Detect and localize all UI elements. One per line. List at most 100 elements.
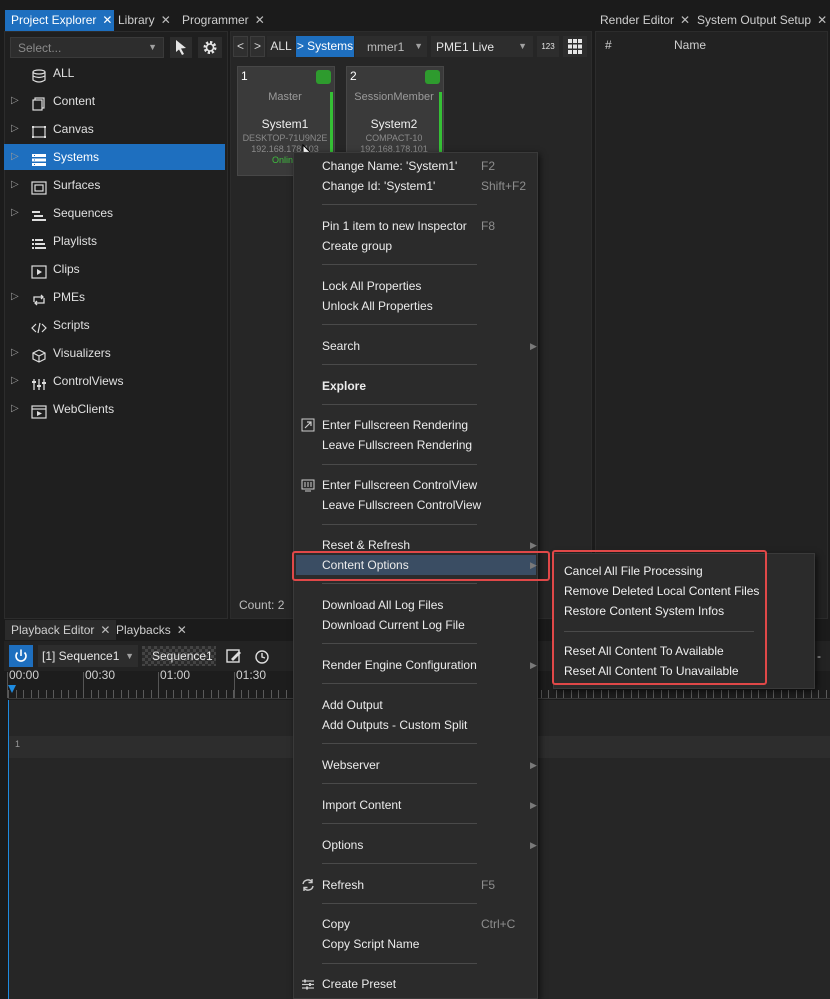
timer-icon	[255, 650, 269, 664]
menu-item-download-all-log-files[interactable]: Download All Log Files	[294, 595, 537, 615]
right-toolbar-button[interactable]: -	[817, 645, 829, 667]
menu-item-enter-fullscreen-rendering[interactable]: Enter Fullscreen Rendering	[294, 415, 537, 435]
sequence-select[interactable]: [1] Sequence1 ▼	[38, 645, 138, 667]
menu-item-import-content[interactable]: Import Content ▶	[294, 795, 537, 815]
timeline-tick-label: 01:00	[160, 668, 191, 682]
numeric-toggle-button[interactable]: 123	[537, 36, 559, 57]
close-icon[interactable]: ✕	[102, 13, 112, 27]
expand-arrow-icon[interactable]: ▷	[11, 396, 19, 422]
close-icon[interactable]: ✕	[177, 623, 187, 637]
tab-playbacks[interactable]: Playbacks ✕	[110, 620, 193, 640]
close-icon[interactable]: ✕	[255, 13, 265, 27]
close-icon[interactable]: ✕	[161, 13, 171, 27]
tree-item-canvas[interactable]: ▷ Canvas	[0, 116, 225, 142]
tab-project-explorer[interactable]: Project Explorer ✕	[5, 10, 114, 31]
expand-arrow-icon[interactable]: ▷	[11, 88, 19, 114]
breadcrumb-all[interactable]: ALL	[267, 36, 295, 57]
tree-item-label: Canvas	[53, 122, 94, 136]
pointer-tool-button[interactable]	[170, 37, 192, 58]
grid-view-button[interactable]	[563, 36, 587, 57]
settings-button[interactable]	[198, 37, 222, 58]
edit-sequence-button[interactable]	[222, 645, 246, 667]
menu-item-unlock-all-properties[interactable]: Unlock All Properties	[294, 296, 537, 316]
breadcrumb-systems[interactable]: > Systems	[296, 36, 354, 57]
menu-item-copy[interactable]: Copy Ctrl+C	[294, 914, 537, 934]
menu-item-add-output[interactable]: Add Output	[294, 695, 537, 715]
expand-arrow-icon[interactable]: ▷	[11, 340, 19, 366]
tree-item-systems[interactable]: ▷ Systems	[4, 144, 225, 170]
expand-arrow-icon[interactable]: ▷	[11, 144, 19, 170]
tree-item-visualizers[interactable]: ▷ Visualizers	[0, 340, 225, 366]
expand-arrow-icon[interactable]: ▷	[11, 172, 19, 198]
menu-item-lock-all-properties[interactable]: Lock All Properties	[294, 276, 537, 296]
expand-arrow-icon[interactable]: ▷	[11, 116, 19, 142]
menu-item-label: Refresh	[322, 878, 365, 892]
tree-item-controlviews[interactable]: ▷ ControlViews	[0, 368, 225, 394]
power-button[interactable]	[9, 645, 33, 667]
timeline-minor-tick	[98, 690, 99, 698]
tree-item-sequences[interactable]: ▷ Sequences	[0, 200, 225, 226]
timeline-minor-tick	[113, 690, 114, 698]
pme-select[interactable]: PME1 Live ▼	[431, 36, 533, 57]
tab-render-editor[interactable]: Render Editor ✕	[594, 10, 696, 31]
timeline-minor-tick	[210, 690, 212, 698]
timeline-minor-tick	[735, 690, 737, 698]
menu-item-leave-fullscreen-rendering[interactable]: Leave Fullscreen Rendering	[294, 435, 537, 455]
tree-item-all[interactable]: ALL	[0, 60, 225, 86]
close-icon[interactable]: ✕	[680, 13, 690, 27]
timeline-minor-tick	[720, 690, 722, 698]
tab-system-output-setup[interactable]: System Output Setup ✕	[691, 10, 830, 31]
menu-item-options[interactable]: Options ▶	[294, 835, 537, 855]
close-icon[interactable]: ✕	[817, 13, 827, 27]
output-col-name[interactable]: Name	[674, 38, 706, 52]
expand-arrow-icon[interactable]: ▷	[11, 368, 19, 394]
menu-item-download-current-log-file[interactable]: Download Current Log File	[294, 615, 537, 635]
tree-item-scripts[interactable]: Scripts	[0, 312, 225, 338]
explorer-select[interactable]: Select... ▼	[10, 37, 164, 58]
tree-item-content[interactable]: ▷ Content	[0, 88, 225, 114]
menu-item-add-outputs-custom-split[interactable]: Add Outputs - Custom Split	[294, 715, 537, 735]
menu-item-search[interactable]: Search ▶	[294, 336, 537, 356]
sequences-icon	[31, 206, 47, 221]
menu-item-create-preset[interactable]: Create Preset	[294, 974, 537, 994]
tree-item-pmes[interactable]: ▷ PMEs	[0, 284, 225, 310]
expand-arrow-icon[interactable]: ▷	[11, 200, 19, 226]
menu-item-render-engine-configuration[interactable]: Render Engine Configuration ▶	[294, 655, 537, 675]
highlight-content-options	[292, 551, 550, 581]
tab-library[interactable]: Library ✕	[112, 10, 177, 31]
sequence-name-field[interactable]: Sequence1	[142, 646, 216, 666]
timeline-minor-tick	[23, 690, 24, 698]
tree-item-webclients[interactable]: ▷ WebClients	[0, 396, 225, 422]
menu-item-webserver[interactable]: Webserver ▶	[294, 755, 537, 775]
expand-arrow-icon[interactable]: ▷	[11, 284, 19, 310]
menu-item-explore[interactable]: Explore	[294, 376, 537, 396]
menu-item-create-group[interactable]: Create group	[294, 236, 537, 256]
timeline-minor-tick	[758, 690, 759, 698]
menu-item-refresh[interactable]: Refresh F5	[294, 875, 537, 895]
nav-back-button[interactable]: <	[233, 36, 248, 57]
breadcrumb-all-label: ALL	[270, 39, 292, 53]
timeline-minor-tick	[705, 690, 707, 698]
menu-item-leave-fullscreen-controlview[interactable]: Leave Fullscreen ControlView	[294, 495, 537, 515]
timer-button[interactable]	[250, 645, 274, 667]
menu-item-pin-1-item-to-new-inspector[interactable]: Pin 1 item to new Inspector F8	[294, 216, 537, 236]
timeline-minor-tick	[233, 690, 234, 698]
menu-item-change-name-system1[interactable]: Change Name: 'System1' F2	[294, 156, 537, 176]
tree-item-playlists[interactable]: Playlists	[0, 228, 225, 254]
close-icon[interactable]: ✕	[100, 623, 110, 637]
menu-item-label: Create group	[322, 239, 393, 253]
nav-forward-button[interactable]: >	[250, 36, 265, 57]
tree-item-surfaces[interactable]: ▷ Surfaces	[0, 172, 225, 198]
tree-item-clips[interactable]: Clips	[0, 256, 225, 282]
timeline-minor-tick	[563, 690, 564, 698]
splitter-grip[interactable]: ⋮	[226, 314, 236, 330]
menu-item-copy-script-name[interactable]: Copy Script Name	[294, 934, 537, 954]
menu-item-change-id-system1[interactable]: Change Id: 'System1' Shift+F2	[294, 176, 537, 196]
tab-programmer[interactable]: Programmer ✕	[176, 10, 271, 31]
output-col-hash[interactable]: #	[605, 38, 612, 52]
filter-select[interactable]: mmer1 ▼	[355, 36, 427, 57]
tab-playback-editor[interactable]: Playback Editor ✕	[5, 620, 117, 640]
menu-item-enter-fullscreen-controlview[interactable]: Enter Fullscreen ControlView	[294, 475, 537, 495]
menu-item-label: Enter Fullscreen Rendering	[322, 418, 469, 432]
playhead-marker[interactable]	[8, 685, 16, 693]
